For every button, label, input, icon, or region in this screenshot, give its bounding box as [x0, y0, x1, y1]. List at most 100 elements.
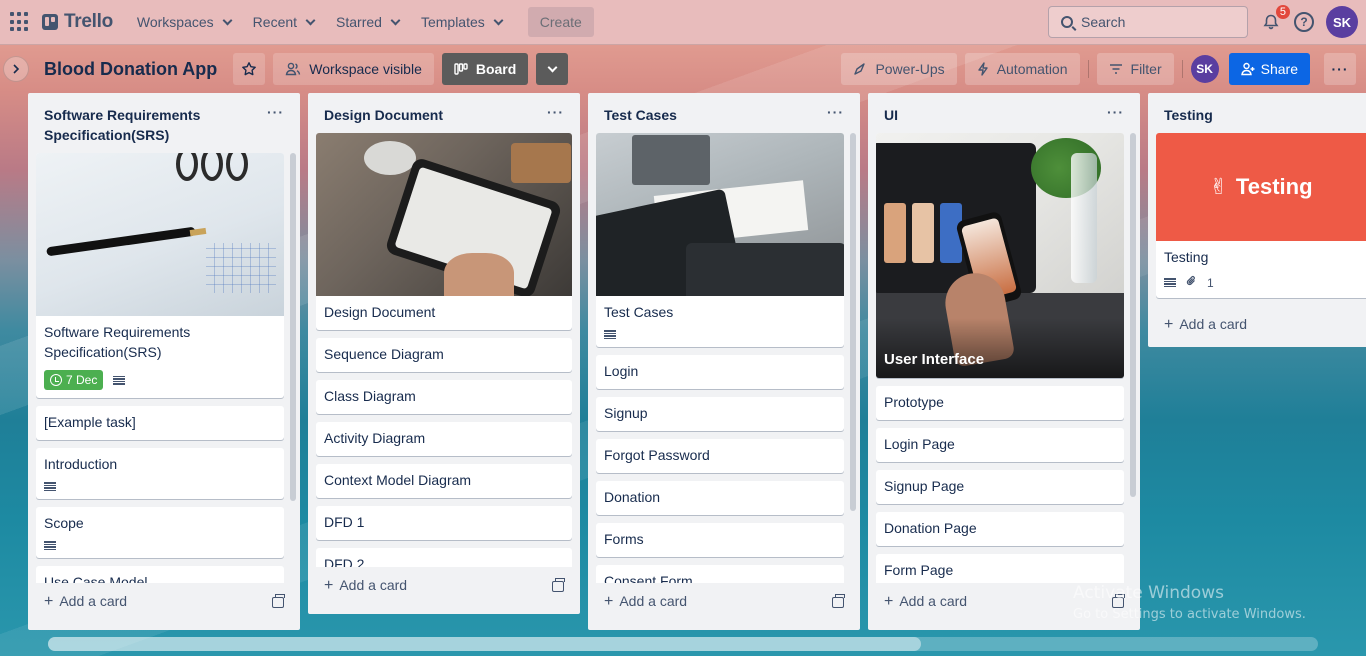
- description-icon: [44, 482, 56, 491]
- nav-workspaces[interactable]: Workspaces: [127, 8, 241, 36]
- add-card-button[interactable]: + Add a card: [604, 593, 687, 611]
- power-ups-button[interactable]: Power-Ups: [841, 53, 957, 85]
- search-icon: [1061, 16, 1073, 28]
- due-date-badge[interactable]: 7 Dec: [44, 370, 104, 390]
- list-menu-button[interactable]: ···: [547, 105, 564, 119]
- list-srs[interactable]: Software Requirements Specification(SRS)…: [28, 93, 300, 630]
- card-introduction[interactable]: Introduction: [36, 448, 284, 499]
- card-user-interface[interactable]: User Interface: [876, 133, 1124, 378]
- plus-icon: +: [604, 593, 614, 610]
- visibility-button[interactable]: Workspace visible: [273, 53, 434, 85]
- cover-title: User Interface: [884, 351, 985, 368]
- notifications-button[interactable]: 5: [1260, 5, 1290, 33]
- list-design-document[interactable]: Design Document ··· Design Document Sequ…: [308, 93, 580, 614]
- victory-hand-icon: ✌: [1209, 174, 1228, 199]
- filter-icon: [1109, 64, 1122, 74]
- nav-recent[interactable]: Recent: [243, 8, 324, 36]
- card-context-model-diagram[interactable]: Context Model Diagram: [316, 464, 572, 498]
- list-menu-button[interactable]: ···: [1107, 105, 1124, 119]
- create-from-template-icon[interactable]: [832, 593, 845, 608]
- search-input[interactable]: Search: [1048, 6, 1248, 38]
- card-login-page[interactable]: Login Page: [876, 428, 1124, 462]
- card-consent-form[interactable]: Consent Form: [596, 565, 844, 583]
- rocket-icon: [854, 63, 866, 75]
- list-title[interactable]: Testing: [1164, 105, 1213, 125]
- card-title: Scope: [44, 515, 84, 531]
- add-card-button[interactable]: + Add a card: [1164, 316, 1247, 334]
- search-placeholder: Search: [1081, 14, 1126, 30]
- card-sequence-diagram[interactable]: Sequence Diagram: [316, 338, 572, 372]
- trello-logo[interactable]: Trello: [42, 11, 113, 33]
- view-switcher-dropdown[interactable]: [536, 53, 569, 85]
- card-forms[interactable]: Forms: [596, 523, 844, 557]
- card-login[interactable]: Login: [596, 355, 844, 389]
- card-title: Forms: [604, 531, 644, 547]
- filter-button[interactable]: Filter: [1096, 53, 1174, 85]
- list-title[interactable]: Test Cases: [604, 105, 677, 125]
- card-title: Signup Page: [884, 478, 965, 494]
- user-avatar[interactable]: SK: [1326, 6, 1358, 38]
- board-member-avatar[interactable]: SK: [1190, 55, 1219, 83]
- add-card-button[interactable]: + Add a card: [44, 593, 127, 611]
- card-title: Test Cases: [604, 304, 674, 320]
- list-menu-button[interactable]: ···: [827, 105, 844, 119]
- board-title[interactable]: Blood Donation App: [44, 59, 217, 80]
- card-scope[interactable]: Scope: [36, 507, 284, 558]
- nav-templates[interactable]: Templates: [411, 8, 512, 36]
- share-button[interactable]: Share: [1228, 53, 1310, 85]
- list-scrollbar[interactable]: [290, 153, 296, 501]
- card-example-task[interactable]: [Example task]: [36, 406, 284, 440]
- list-title[interactable]: Design Document: [324, 105, 443, 125]
- card-title: Sequence Diagram: [324, 346, 444, 362]
- card-use-case-model[interactable]: Use Case Model: [36, 566, 284, 583]
- app-switcher-icon[interactable]: [10, 12, 30, 32]
- card-donation[interactable]: Donation: [596, 481, 844, 515]
- card-test-cases[interactable]: Test Cases: [596, 133, 844, 347]
- card-prototype[interactable]: Prototype: [876, 386, 1124, 420]
- card-title: DFD 1: [324, 514, 365, 530]
- board-view-button[interactable]: Board: [441, 53, 529, 85]
- board-menu-button[interactable]: ···: [1324, 53, 1356, 85]
- help-icon[interactable]: ?: [1294, 12, 1314, 32]
- card-forgot-password[interactable]: Forgot Password: [596, 439, 844, 473]
- list-title[interactable]: UI: [884, 105, 898, 125]
- card-design-document[interactable]: Design Document: [316, 133, 572, 330]
- card-dfd-2[interactable]: DFD 2: [316, 548, 572, 567]
- card-signup[interactable]: Signup: [596, 397, 844, 431]
- card-title: Form Page: [884, 562, 954, 578]
- lightning-icon: [977, 62, 988, 76]
- add-card-button[interactable]: + Add a card: [324, 577, 407, 595]
- create-button[interactable]: Create: [527, 7, 594, 37]
- card-srs[interactable]: Software Requirements Specification(SRS)…: [36, 153, 284, 398]
- create-from-template-icon[interactable]: [272, 593, 285, 608]
- list-title[interactable]: Software Requirements Specification(SRS): [44, 105, 254, 145]
- trello-logo-icon: [42, 14, 58, 30]
- list-testing[interactable]: Testing ✌ Testing Testing 1 + Add a card: [1148, 93, 1366, 347]
- list-test-cases[interactable]: Test Cases ··· Test Cases Login Signup F…: [588, 93, 860, 630]
- sidebar-expand-button[interactable]: [3, 56, 29, 82]
- card-title: DFD 2: [324, 556, 365, 567]
- card-activity-diagram[interactable]: Activity Diagram: [316, 422, 572, 456]
- description-icon: [44, 541, 56, 550]
- nav-workspaces-label: Workspaces: [136, 14, 214, 30]
- list-ui[interactable]: UI ··· User Interface Prototype Login Pa…: [868, 93, 1140, 630]
- list-menu-button[interactable]: ···: [267, 105, 284, 119]
- nav-starred[interactable]: Starred: [326, 8, 409, 36]
- add-card-label: Add a card: [899, 593, 968, 609]
- card-class-diagram[interactable]: Class Diagram: [316, 380, 572, 414]
- due-date-label: 7 Dec: [66, 373, 98, 387]
- add-card-button[interactable]: + Add a card: [884, 593, 967, 611]
- card-title: Class Diagram: [324, 388, 416, 404]
- star-board-button[interactable]: [233, 53, 266, 85]
- list-scrollbar[interactable]: [1130, 133, 1136, 497]
- board-horizontal-scrollbar-thumb[interactable]: [48, 637, 921, 651]
- list-scrollbar[interactable]: [850, 133, 856, 511]
- create-from-template-icon[interactable]: [552, 577, 565, 592]
- card-signup-page[interactable]: Signup Page: [876, 470, 1124, 504]
- clock-icon: [50, 374, 62, 386]
- card-dfd-1[interactable]: DFD 1: [316, 506, 572, 540]
- card-form-page[interactable]: Form Page: [876, 554, 1124, 583]
- card-testing[interactable]: ✌ Testing Testing 1: [1156, 133, 1366, 298]
- card-donation-page[interactable]: Donation Page: [876, 512, 1124, 546]
- automation-button[interactable]: Automation: [964, 53, 1080, 85]
